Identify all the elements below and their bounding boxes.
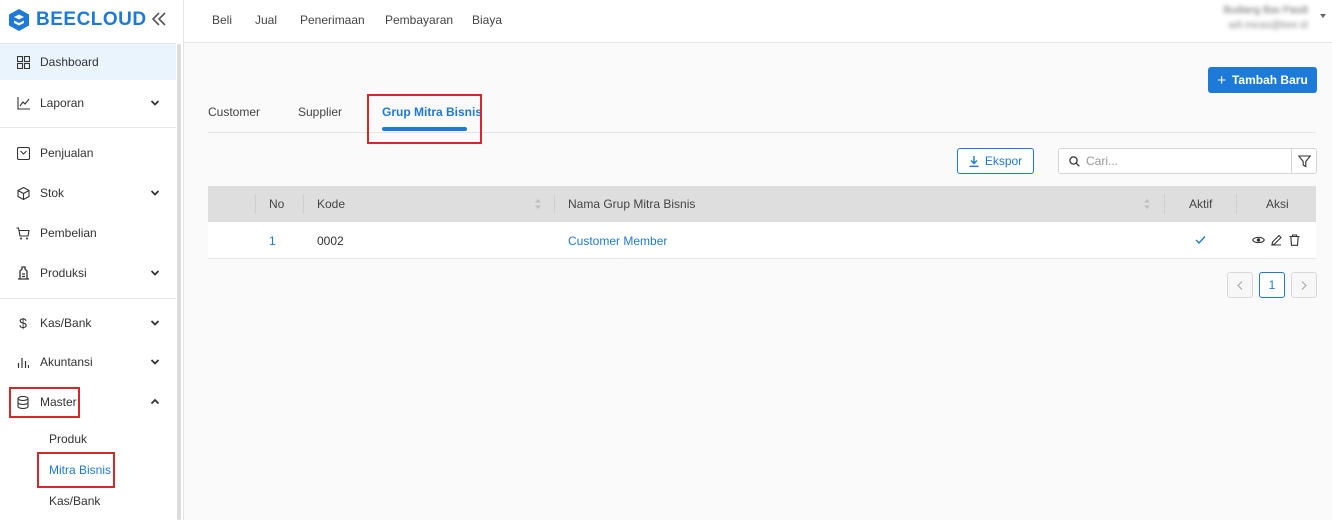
plus-icon: +: [1217, 71, 1226, 89]
table-row[interactable]: 1 0002 Customer Member: [208, 222, 1316, 259]
box-icon: [16, 186, 30, 200]
sidebar-item-label: Stok: [40, 186, 65, 200]
chevron-down-icon: [150, 100, 160, 106]
chevron-down-icon: [150, 190, 160, 196]
add-new-button[interactable]: + Tambah Baru: [1208, 67, 1317, 93]
filter-button[interactable]: [1291, 148, 1317, 174]
sidebar-item-laporan[interactable]: Laporan: [0, 85, 176, 121]
brand-name: BEECLOUD: [36, 9, 147, 30]
sort-icon[interactable]: [534, 198, 542, 210]
sidebar-item-label: Penjualan: [40, 146, 94, 160]
sidebar-item-akuntansi[interactable]: Akuntansi: [0, 344, 176, 380]
sidebar-item-label: Kas/Bank: [40, 316, 92, 330]
cell-nama[interactable]: Customer Member: [568, 234, 667, 248]
search-input[interactable]: [1086, 154, 1276, 168]
factory-icon: [16, 266, 30, 280]
sidebar-item-produksi[interactable]: Produksi: [0, 255, 176, 291]
delete-trash-icon[interactable]: [1289, 234, 1300, 246]
pagination-next-button[interactable]: [1291, 272, 1317, 298]
sidebar-item-label: Produksi: [40, 266, 87, 280]
filter-icon: [1297, 154, 1311, 167]
pagination-page-1[interactable]: 1: [1259, 272, 1285, 298]
user-email: adi.micas@bee.id: [1228, 20, 1308, 31]
search-icon: [1069, 155, 1080, 167]
caret-down-icon[interactable]: [1320, 14, 1326, 18]
nav-link-penerimaan[interactable]: Penerimaan: [300, 13, 365, 27]
tab-customer[interactable]: Customer: [208, 105, 260, 119]
edit-pencil-icon[interactable]: [1271, 234, 1282, 246]
export-label: Ekspor: [984, 154, 1023, 168]
nav-link-jual[interactable]: Jual: [255, 13, 277, 27]
chevron-left-icon: [1237, 280, 1243, 290]
sidebar-item-dashboard[interactable]: Dashboard: [0, 44, 176, 80]
chevron-right-icon: [1301, 280, 1307, 290]
view-eye-icon[interactable]: [1252, 235, 1265, 245]
column-header-aktif: Aktif: [1189, 197, 1213, 211]
highlight-box-master: [9, 387, 80, 418]
bar-chart-icon: [16, 355, 30, 369]
column-separator: [1236, 194, 1237, 214]
column-header-no: No: [269, 197, 285, 211]
chevron-down-icon: [150, 270, 160, 276]
pagination-prev-button[interactable]: [1227, 272, 1253, 298]
nav-link-pembayaran[interactable]: Pembayaran: [385, 13, 453, 27]
column-separator: [255, 194, 256, 214]
check-icon: [1195, 236, 1206, 245]
logo-icon: [9, 9, 29, 31]
column-header-aksi: Aksi: [1266, 197, 1289, 211]
sidebar-item-label: Dashboard: [40, 55, 99, 69]
cell-kode: 0002: [317, 234, 344, 248]
sidebar-item-label: Pembelian: [40, 226, 97, 240]
column-separator: [1164, 194, 1165, 214]
export-button[interactable]: Ekspor: [957, 148, 1034, 174]
sidebar-scrollbar[interactable]: [177, 44, 181, 520]
highlight-box-mitra-bisnis: [37, 452, 115, 488]
dollar-icon: $: [19, 315, 27, 331]
column-header-kode[interactable]: Kode: [317, 197, 345, 211]
table-header: No Kode Nama Grup Mitra Bisnis Aktif Aks…: [208, 186, 1316, 222]
sidebar-divider: [0, 298, 176, 299]
sidebar-subitem-kas-bank[interactable]: Kas/Bank: [49, 494, 100, 508]
search-box: [1058, 148, 1292, 174]
chevron-down-icon: [150, 320, 160, 326]
add-new-label: Tambah Baru: [1231, 73, 1308, 87]
column-separator: [303, 194, 304, 214]
download-icon: [969, 155, 979, 167]
collapse-sidebar-button[interactable]: [148, 8, 170, 30]
chart-line-icon: [16, 96, 30, 110]
user-name[interactable]: Budiang Bas Pasdi: [1223, 5, 1308, 16]
tab-supplier[interactable]: Supplier: [298, 105, 342, 119]
sort-icon[interactable]: [1143, 198, 1151, 210]
double-chevron-left-icon: [151, 12, 166, 26]
chevron-down-icon: [150, 359, 160, 365]
sidebar-item-label: Akuntansi: [40, 355, 93, 369]
nav-link-beli[interactable]: Beli: [212, 13, 232, 27]
sidebar-divider: [0, 127, 176, 128]
column-header-nama[interactable]: Nama Grup Mitra Bisnis: [568, 197, 695, 211]
cell-no[interactable]: 1: [269, 234, 276, 248]
sidebar: BEECLOUD Dashboard Laporan Penjualan Sto…: [0, 0, 184, 520]
sidebar-item-pembelian[interactable]: Pembelian: [0, 215, 176, 251]
column-separator: [554, 194, 555, 214]
top-navigation: Beli Jual Penerimaan Pembayaran Biaya Bu…: [184, 0, 1332, 43]
sidebar-item-stok[interactable]: Stok: [0, 175, 176, 211]
grid-icon: [16, 55, 30, 69]
chevron-up-icon: [150, 398, 160, 405]
highlight-box-tab: [367, 94, 482, 144]
sidebar-item-kas-bank[interactable]: $ Kas/Bank: [0, 305, 176, 341]
cart-icon: [16, 226, 30, 240]
inbox-icon: [16, 146, 30, 160]
sidebar-subitem-produk[interactable]: Produk: [49, 432, 87, 446]
sidebar-item-label: Laporan: [40, 96, 85, 110]
brand-logo[interactable]: BEECLOUD: [8, 7, 147, 33]
nav-link-biaya[interactable]: Biaya: [472, 13, 502, 27]
sidebar-item-penjualan[interactable]: Penjualan: [0, 135, 176, 171]
